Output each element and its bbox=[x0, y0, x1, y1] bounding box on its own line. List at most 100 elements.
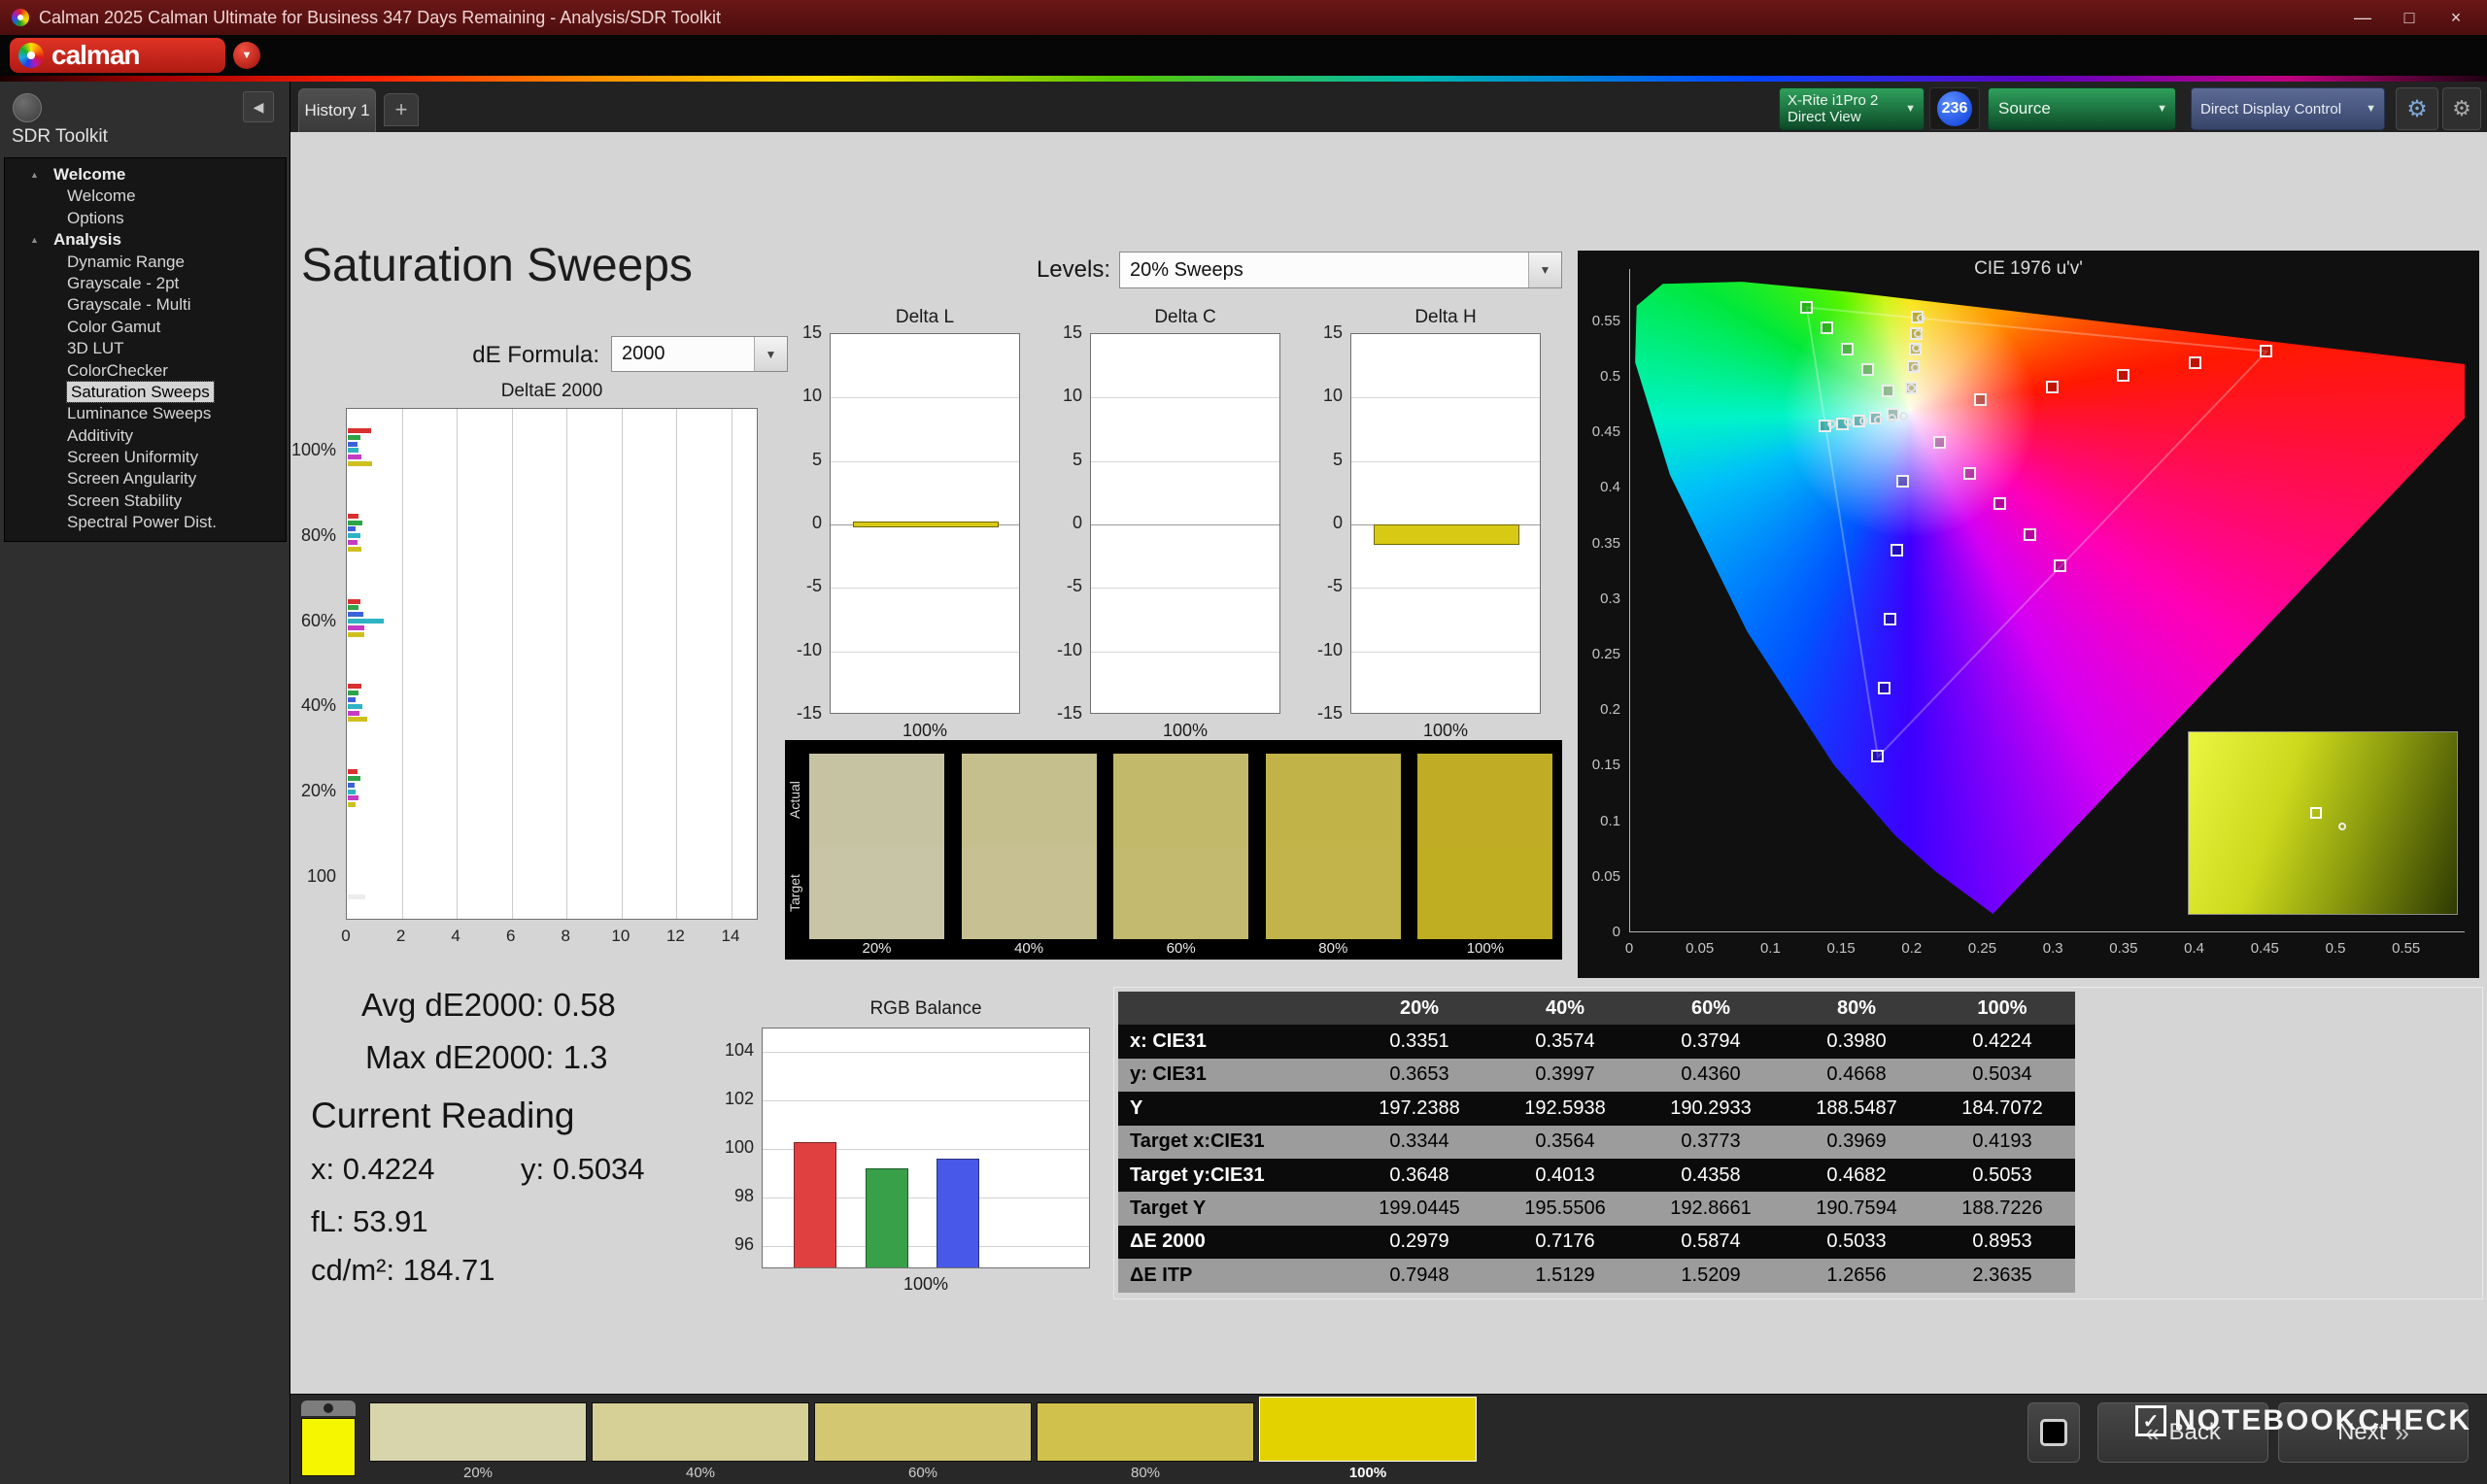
pattern-swatch-80%[interactable] bbox=[1037, 1402, 1254, 1462]
strip-target-label: Target bbox=[787, 847, 804, 939]
tree-expander-icon[interactable]: ▲ bbox=[30, 229, 39, 251]
add-tab-button[interactable]: + bbox=[384, 93, 419, 126]
y-tick-label: 5 bbox=[769, 450, 822, 470]
delta-h-chart bbox=[1350, 333, 1541, 714]
x-tick-label: 0.55 bbox=[2382, 940, 2431, 957]
sidebar-item-colorchecker[interactable]: ColorChecker bbox=[5, 360, 286, 382]
pattern-window-button[interactable] bbox=[2027, 1402, 2080, 1463]
sidebar-item-grayscale-multi[interactable]: Grayscale - Multi bbox=[5, 294, 286, 316]
gridline bbox=[622, 409, 623, 920]
deltae-chart bbox=[346, 408, 758, 920]
y-tick-label: 20% bbox=[243, 781, 336, 801]
settings-gear-icon-2[interactable]: ⚙ bbox=[2442, 87, 2481, 130]
sidebar-item-luminance-sweeps[interactable]: Luminance Sweeps bbox=[5, 403, 286, 424]
target-marker bbox=[1933, 436, 1946, 449]
close-button[interactable]: × bbox=[2433, 0, 2479, 35]
pattern-swatch-20%[interactable] bbox=[369, 1402, 587, 1462]
sidebar-item-screen-stability[interactable]: Screen Stability bbox=[5, 490, 286, 512]
settings-gear-icon[interactable]: ⚙ bbox=[2396, 87, 2438, 130]
page-title: Saturation Sweeps bbox=[301, 239, 693, 292]
sidebar-item-screen-angularity[interactable]: Screen Angularity bbox=[5, 468, 286, 489]
swatch-actual-80% bbox=[1266, 754, 1401, 847]
table-cell: 0.4013 bbox=[1492, 1159, 1638, 1192]
rgb-bar-red bbox=[794, 1142, 836, 1269]
sidebar-item-color-gamut[interactable]: Color Gamut bbox=[5, 317, 286, 338]
levels-dropdown[interactable]: 20% Sweeps ▼ bbox=[1119, 252, 1562, 288]
x-tick-label: 2 bbox=[382, 927, 421, 946]
maximize-button[interactable]: □ bbox=[2386, 0, 2433, 35]
gridline bbox=[676, 409, 677, 920]
sidebar-item-welcome[interactable]: Welcome bbox=[5, 186, 286, 207]
gridline bbox=[831, 461, 1020, 462]
workflow-tree: ▲WelcomeWelcomeOptions▲AnalysisDynamic R… bbox=[4, 157, 287, 542]
table-cell: 0.4193 bbox=[1929, 1126, 2075, 1159]
meter-dropdown-label: X-Rite i1Pro 2 Direct View bbox=[1780, 92, 1878, 125]
x-tick-label: 4 bbox=[436, 927, 475, 946]
source-dropdown[interactable]: Source ▼ bbox=[1988, 87, 2176, 130]
gridline bbox=[831, 652, 1020, 653]
window-title: Calman 2025 Calman Ultimate for Business… bbox=[39, 8, 721, 28]
table-cell: 0.3997 bbox=[1492, 1059, 1638, 1092]
de-bar-yellow bbox=[348, 717, 367, 722]
table-cell: 192.5938 bbox=[1492, 1092, 1638, 1125]
pattern-label: 100% bbox=[1259, 1465, 1477, 1481]
table-cell: 0.3794 bbox=[1638, 1025, 1784, 1058]
sidebar-round-button[interactable] bbox=[13, 93, 42, 122]
table-cell: 0.5034 bbox=[1929, 1059, 2075, 1092]
de-formula-dropdown[interactable]: 2000 ▼ bbox=[611, 336, 788, 372]
cie-inset-zoom bbox=[2188, 731, 2458, 915]
display-control-dropdown[interactable]: Direct Display Control ▼ bbox=[2191, 87, 2385, 130]
x-tick-label: 0.2 bbox=[1888, 940, 1936, 957]
sidebar-item-3d-lut[interactable]: 3D LUT bbox=[5, 338, 286, 359]
meter-dropdown[interactable]: X-Rite i1Pro 2 Direct View ▼ bbox=[1779, 87, 1925, 130]
pattern-swatch-40%[interactable] bbox=[592, 1402, 809, 1462]
de-bar-magenta bbox=[348, 540, 358, 545]
y-tick-label: 15 bbox=[769, 322, 822, 343]
sidebar-item-saturation-sweeps[interactable]: Saturation Sweeps bbox=[5, 382, 286, 403]
sidebar-collapse-button[interactable]: ◀ bbox=[243, 91, 274, 122]
pattern-swatch-60%[interactable] bbox=[814, 1402, 1032, 1462]
x-tick-label: 0.05 bbox=[1676, 940, 1724, 957]
swatch-actual-60% bbox=[1113, 754, 1248, 847]
de-bar-red bbox=[348, 514, 358, 519]
de-formula-label: dE Formula: bbox=[439, 342, 599, 369]
delta-c-xlabel: 100% bbox=[1090, 721, 1280, 741]
y-tick-label: 100 bbox=[243, 866, 336, 887]
cd-reading: cd/m²: 184.71 bbox=[311, 1253, 495, 1288]
rgb-bar-green bbox=[866, 1168, 908, 1268]
measured-marker bbox=[1914, 329, 1923, 338]
minimize-button[interactable]: — bbox=[2339, 0, 2386, 35]
tree-expander-icon[interactable]: ▲ bbox=[30, 164, 39, 186]
swatch-actual-40% bbox=[962, 754, 1097, 847]
source-dropdown-label: Source bbox=[1998, 99, 2051, 118]
calman-logo[interactable]: calman bbox=[10, 38, 225, 73]
de-bar-red bbox=[348, 599, 360, 604]
sidebar-item-label: ColorChecker bbox=[67, 361, 168, 380]
logo-text: calman bbox=[51, 40, 140, 71]
x-tick-label: 10 bbox=[601, 927, 640, 946]
deltae-chart-title: DeltaE 2000 bbox=[346, 381, 758, 402]
sidebar-item-label: Additivity bbox=[67, 426, 133, 445]
gridline bbox=[512, 409, 513, 920]
sidebar-item-options[interactable]: Options bbox=[5, 208, 286, 229]
de-bar-red bbox=[348, 684, 361, 689]
swatch-label: 40% bbox=[962, 940, 1097, 957]
sidebar-item-dynamic-range[interactable]: Dynamic Range bbox=[5, 252, 286, 273]
current-color-tab[interactable] bbox=[301, 1400, 356, 1416]
de-bar-green bbox=[348, 605, 358, 610]
table-cell: 0.3574 bbox=[1492, 1025, 1638, 1058]
delta-h-title: Delta H bbox=[1350, 307, 1541, 328]
logo-dropdown-button[interactable]: ▼ bbox=[233, 42, 260, 69]
sidebar-item-analysis[interactable]: ▲Analysis bbox=[5, 229, 286, 251]
table-row-label: Target Y bbox=[1118, 1192, 1346, 1225]
gridline bbox=[831, 397, 1020, 398]
y-tick-label: 0.2 bbox=[1560, 701, 1620, 718]
x-tick-label: 0.35 bbox=[2099, 940, 2148, 957]
target-marker bbox=[2046, 381, 2059, 393]
target-marker bbox=[2024, 528, 2036, 541]
pattern-swatch-100%[interactable] bbox=[1259, 1397, 1477, 1462]
sidebar-item-welcome[interactable]: ▲Welcome bbox=[5, 164, 286, 186]
sidebar-item-grayscale-2pt[interactable]: Grayscale - 2pt bbox=[5, 273, 286, 294]
tab-history-1[interactable]: History 1 bbox=[298, 88, 376, 132]
rgb-balance-chart bbox=[762, 1028, 1090, 1268]
